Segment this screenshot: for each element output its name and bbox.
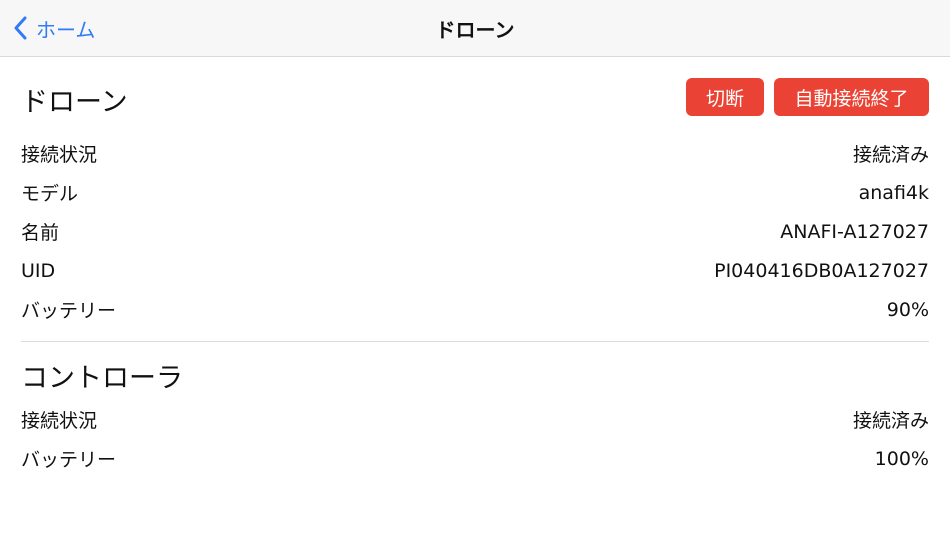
row-label: バッテリー bbox=[21, 300, 117, 322]
drone-actions: 切断 自動接続終了 bbox=[686, 78, 929, 116]
drone-row-connection: 接続状況 接続済み bbox=[21, 134, 929, 173]
drone-row-uid: UID PI040416DB0A127027 bbox=[21, 251, 929, 290]
row-label: バッテリー bbox=[21, 449, 117, 471]
navigation-bar: ホーム ドローン bbox=[0, 0, 950, 57]
auto-connect-end-button[interactable]: 自動接続終了 bbox=[774, 78, 929, 116]
row-label: 接続状況 bbox=[21, 144, 98, 166]
row-label: 名前 bbox=[21, 222, 60, 244]
drone-row-name: 名前 ANAFI-A127027 bbox=[21, 212, 929, 251]
drone-section-header: ドローン 切断 自動接続終了 bbox=[21, 58, 929, 134]
drone-row-battery: バッテリー 90% bbox=[21, 290, 929, 329]
controller-row-battery: バッテリー 100% bbox=[21, 439, 929, 478]
drone-row-model: モデル anafi4k bbox=[21, 173, 929, 212]
row-value: 接続済み bbox=[852, 144, 929, 166]
row-value: PI040416DB0A127027 bbox=[714, 259, 929, 282]
row-value: 100% bbox=[874, 447, 929, 470]
page-title: ドローン bbox=[435, 18, 515, 42]
row-value: anafi4k bbox=[858, 181, 929, 204]
row-value: 90% bbox=[886, 298, 929, 321]
drone-section-title: ドローン bbox=[21, 87, 128, 118]
main-content: ドローン 切断 自動接続終了 接続状況 接続済み モデル anafi4k 名前 … bbox=[21, 58, 929, 478]
controller-section-title: コントローラ bbox=[21, 363, 183, 394]
controller-section-header: コントローラ bbox=[21, 342, 929, 400]
row-label: 接続状況 bbox=[21, 410, 98, 432]
row-value: 接続済み bbox=[852, 410, 929, 432]
row-value: ANAFI-A127027 bbox=[780, 220, 929, 243]
row-label: モデル bbox=[21, 183, 79, 205]
row-label: UID bbox=[21, 259, 56, 282]
controller-row-connection: 接続状況 接続済み bbox=[21, 400, 929, 439]
disconnect-button[interactable]: 切断 bbox=[686, 78, 764, 116]
